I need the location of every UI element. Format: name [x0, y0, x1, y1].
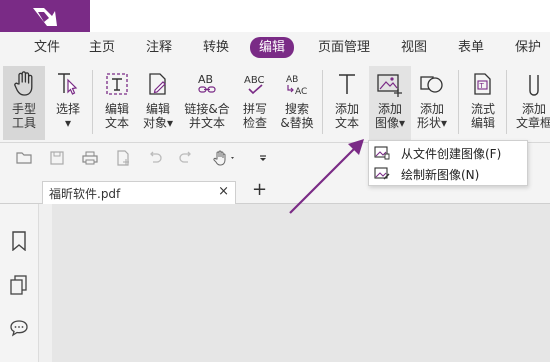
annotation-arrow [289, 139, 364, 214]
